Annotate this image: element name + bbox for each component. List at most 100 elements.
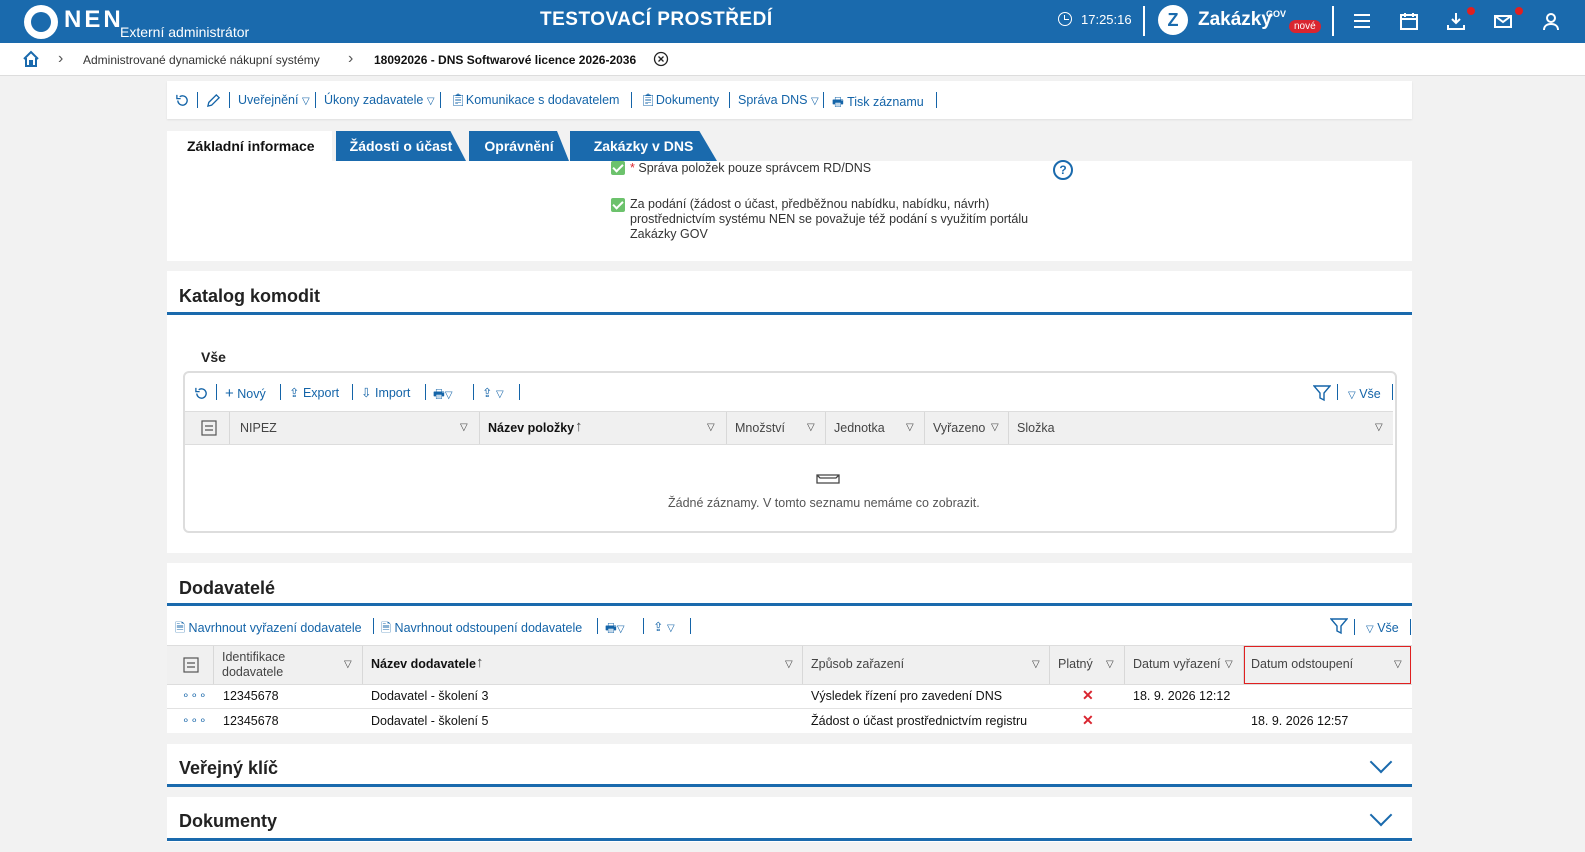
toolbar-separator	[519, 384, 520, 400]
column-separator	[1008, 412, 1009, 444]
refresh-icon[interactable]	[194, 386, 209, 401]
column-filter-icon[interactable]: ▽	[785, 659, 793, 670]
share-icon: ⇪︎	[482, 386, 493, 400]
help-icon[interactable]: ?	[1053, 160, 1073, 180]
column-separator	[802, 646, 803, 684]
column-exclusion-date[interactable]: Datum vyřazení	[1133, 657, 1221, 671]
nen-logo-text[interactable]: NEN	[64, 6, 124, 34]
nen-logo-icon[interactable]	[24, 5, 58, 39]
empty-list-message: Žádné záznamy. V tomto seznamu nemáme co…	[668, 496, 980, 510]
download-icon[interactable]	[1446, 11, 1466, 31]
column-inclusion-method[interactable]: Způsob zařazení	[811, 657, 904, 671]
import-button[interactable]: ⇩︎ Import	[361, 385, 410, 400]
supplier-communication-button[interactable]: 📋︎Komunikace s dodavatelem	[450, 93, 619, 108]
table-row[interactable]: ∘∘∘ 12345678 Dodavatel - školení 5 Žádos…	[167, 709, 1412, 733]
empty-tray-icon	[816, 474, 840, 484]
print-record-button[interactable]: 🖶︎ Tisk záznamu	[832, 93, 924, 114]
calendar-icon[interactable]	[1399, 11, 1419, 31]
column-filter-icon[interactable]: ▽	[1106, 659, 1114, 670]
share-menu[interactable]: ⇪︎ ▽	[482, 385, 504, 400]
propose-exclusion-button[interactable]: 🗎︎ Navrhnout vyřazení dodavatele	[175, 619, 362, 640]
print-menu[interactable]: 🖶︎▽	[605, 619, 625, 640]
column-settings-icon[interactable]	[201, 420, 217, 436]
supplier-communication-label: Komunikace s dodavatelem	[465, 93, 620, 107]
column-filter-icon[interactable]: ▽	[1394, 659, 1402, 670]
printer-icon: 🖶︎	[832, 95, 844, 109]
propose-withdrawal-button[interactable]: 🗎︎ Navrhnout odstoupení dodavatele	[381, 619, 582, 640]
menu-icon[interactable]	[1352, 11, 1372, 31]
dropdown-icon: ▽	[616, 624, 625, 635]
contracting-actions-menu[interactable]: Úkony zadavatele ▽	[324, 93, 435, 107]
column-filter-icon[interactable]: ▽	[991, 422, 999, 433]
column-quantity[interactable]: Množství	[735, 421, 785, 435]
documents-button[interactable]: 📋︎Dokumenty	[640, 93, 719, 108]
column-unit[interactable]: Jednotka	[834, 421, 885, 435]
subtab-all[interactable]: Vše	[201, 349, 226, 365]
column-supplier-name[interactable]: Název dodavatele	[371, 657, 476, 671]
user-icon[interactable]	[1541, 11, 1561, 31]
dropdown-icon: ▽	[444, 390, 453, 401]
filter-icon[interactable]	[1330, 618, 1348, 635]
user-role: Externí administrátor	[120, 24, 250, 40]
edit-icon[interactable]	[206, 93, 221, 108]
dropdown-icon: ▽	[1348, 390, 1356, 401]
sort-ascending-icon[interactable]: ↑	[575, 418, 583, 435]
top-bar: NEN Externí administrátor TESTOVACÍ PROS…	[0, 0, 1585, 43]
column-filter-icon[interactable]: ▽	[1375, 422, 1383, 433]
home-icon[interactable]	[22, 50, 40, 68]
chevron-down-icon[interactable]	[1369, 803, 1393, 827]
column-nipez[interactable]: NIPEZ	[240, 421, 277, 435]
column-filter-icon[interactable]: ▽	[1225, 659, 1233, 670]
refresh-icon[interactable]	[175, 93, 190, 108]
toolbar-separator	[936, 92, 937, 108]
chevron-down-icon[interactable]	[1369, 750, 1393, 774]
table-row[interactable]: ∘∘∘ 12345678 Dodavatel - školení 3 Výsle…	[167, 684, 1412, 709]
mail-icon[interactable]	[1493, 11, 1513, 31]
tab-permissions[interactable]: Oprávnění	[469, 131, 569, 161]
column-filter-icon[interactable]: ▽	[707, 422, 715, 433]
dns-admin-menu[interactable]: Správa DNS ▽	[738, 93, 819, 107]
row-actions-icon[interactable]: ∘∘∘	[182, 713, 208, 727]
column-filter-icon[interactable]: ▽	[1032, 659, 1040, 670]
supplier-name[interactable]: Dodavatel - školení 3	[371, 689, 488, 703]
catalog-table-header: NIPEZ ▽ Název položky ↑ ▽ Množství ▽ Jed…	[185, 411, 1393, 445]
toolbar-separator	[631, 92, 632, 108]
filter-icon[interactable]	[1313, 385, 1331, 402]
zakazky-link[interactable]: Zakázky	[1198, 9, 1272, 31]
export-button[interactable]: ⇪︎ Export	[289, 385, 339, 400]
checkbox-checked	[611, 161, 625, 175]
catalog-list: + Nový ⇪︎ Export ⇩︎ Import 🖶︎▽ ⇪︎ ▽ ▽ Vš…	[183, 371, 1397, 533]
tab-basic-info[interactable]: Základní informace	[167, 131, 332, 161]
view-selector[interactable]: ▽ Vše	[1366, 621, 1399, 635]
zakazky-logo-icon[interactable]: Z	[1158, 5, 1188, 35]
supplier-name[interactable]: Dodavatel - školení 5	[371, 714, 488, 728]
column-separator	[213, 646, 214, 684]
publish-menu[interactable]: Uveřejnění ▽	[238, 93, 310, 107]
toolbar-separator	[352, 384, 353, 400]
column-withdrawal-date-header[interactable]: Datum odstoupení ▽	[1244, 646, 1411, 684]
public-key-panel[interactable]: Veřejný klíč	[167, 744, 1412, 787]
dropdown-icon: ▽	[426, 96, 435, 107]
column-excluded[interactable]: Vyřazeno	[933, 421, 985, 435]
tab-participation-requests[interactable]: Žádosti o účast	[336, 131, 466, 161]
view-selector[interactable]: ▽ Vše	[1348, 387, 1381, 401]
tab-dns-contracts[interactable]: Zakázky v DNS	[570, 131, 717, 161]
share-menu[interactable]: ⇪︎ ▽	[653, 619, 675, 634]
column-valid[interactable]: Platný	[1058, 657, 1093, 671]
column-filter-icon[interactable]: ▽	[906, 422, 914, 433]
documents-panel[interactable]: Dokumenty	[167, 797, 1412, 842]
column-folder[interactable]: Složka	[1017, 421, 1055, 435]
breadcrumb-item-dns-list[interactable]: Administrované dynamické nákupní systémy	[83, 53, 320, 67]
column-item-name[interactable]: Název položky	[488, 421, 574, 435]
column-filter-icon[interactable]: ▽	[344, 659, 352, 670]
sort-ascending-icon[interactable]: ↑	[476, 654, 484, 671]
column-settings-icon[interactable]	[183, 657, 199, 673]
row-actions-icon[interactable]: ∘∘∘	[182, 688, 208, 702]
close-circle-icon[interactable]	[653, 51, 669, 67]
column-supplier-id[interactable]: Identifikace dodavatele	[222, 650, 285, 680]
column-filter-icon[interactable]: ▽	[807, 422, 815, 433]
print-menu[interactable]: 🖶︎▽	[433, 385, 453, 406]
column-filter-icon[interactable]: ▽	[460, 422, 468, 433]
toolbar-separator	[690, 618, 691, 634]
new-item-button[interactable]: + Nový	[225, 385, 266, 402]
